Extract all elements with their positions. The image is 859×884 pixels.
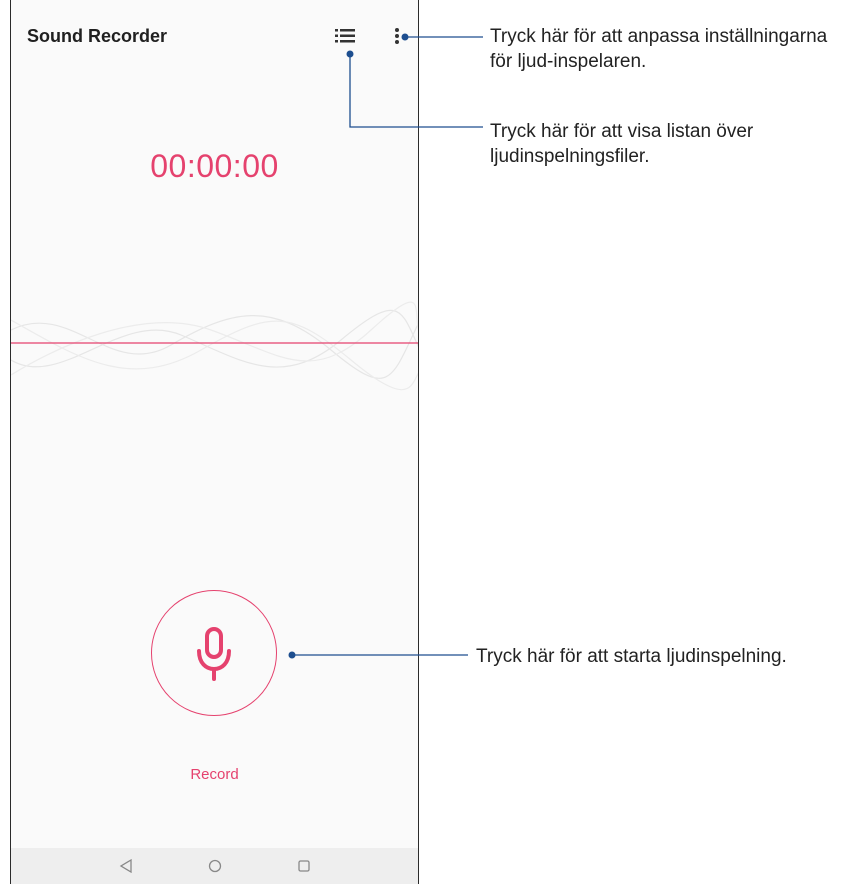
callout-list-line2: ljudinspelningsfiler. bbox=[490, 146, 650, 167]
callout-record: Tryck här för att starta ljudinspelning. bbox=[476, 644, 787, 669]
callout-settings: Tryck här för att anpassa inställningarn… bbox=[490, 24, 827, 74]
callout-list: Tryck här för att visa listan över ljudi… bbox=[490, 119, 753, 169]
recording-timer: 00:00:00 bbox=[150, 148, 279, 184]
more-vert-icon bbox=[395, 28, 399, 44]
callout-settings-line2: för ljud-inspelaren. bbox=[490, 51, 647, 72]
back-triangle-icon bbox=[119, 859, 132, 873]
app-title: Sound Recorder bbox=[27, 26, 168, 46]
home-circle-icon bbox=[208, 859, 221, 873]
callout-list-line1: Tryck här för att visa listan över bbox=[490, 121, 754, 142]
callout-settings-line1: Tryck här för att anpassa inställningarn… bbox=[490, 26, 828, 47]
phone-screen: Sound Recorder 00:00:00 Record bbox=[10, 0, 419, 884]
record-button[interactable] bbox=[151, 590, 277, 716]
recordings-list-button[interactable] bbox=[333, 24, 357, 48]
waveform bbox=[11, 301, 418, 391]
back-button[interactable] bbox=[116, 856, 136, 876]
home-button[interactable] bbox=[205, 856, 225, 876]
more-options-button[interactable] bbox=[391, 24, 403, 48]
recents-button[interactable] bbox=[294, 856, 314, 876]
microphone-icon bbox=[197, 627, 231, 681]
system-nav-bar bbox=[11, 848, 418, 884]
record-label: Record bbox=[190, 766, 239, 783]
list-icon bbox=[335, 29, 355, 43]
recents-square-icon bbox=[297, 860, 310, 872]
callout-record-line1: Tryck här för att starta ljudinspelning. bbox=[476, 646, 787, 667]
